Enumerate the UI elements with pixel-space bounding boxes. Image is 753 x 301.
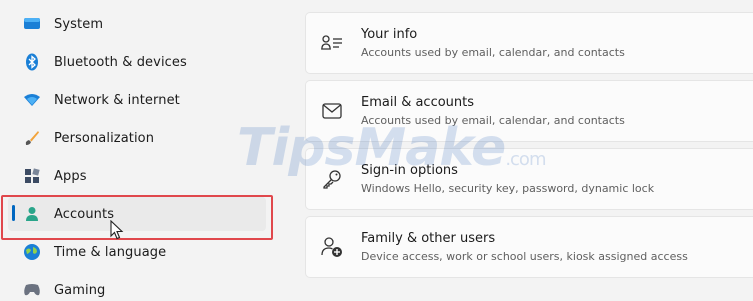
sidebar-nav: System Bluetooth & devices Network & int… — [0, 0, 290, 301]
card-family-other-users[interactable]: Family & other users Device access, work… — [305, 216, 753, 278]
sidebar-item-label: Gaming — [54, 282, 106, 298]
sidebar-item-label: Time & language — [54, 244, 167, 260]
globe-icon — [22, 242, 42, 262]
gamepad-icon — [22, 280, 42, 300]
brush-icon — [22, 128, 42, 148]
card-subtitle: Device access, work or school users, kio… — [361, 250, 688, 263]
bluetooth-icon — [22, 52, 42, 72]
card-your-info[interactable]: Your info Accounts used by email, calend… — [305, 12, 753, 74]
sidebar-item-network[interactable]: Network & internet — [8, 83, 266, 117]
sidebar-item-apps[interactable]: Apps — [8, 159, 266, 193]
sidebar-item-bluetooth[interactable]: Bluetooth & devices — [8, 45, 266, 79]
system-icon — [22, 14, 42, 34]
mouse-cursor-icon — [110, 219, 124, 244]
card-sign-in-options[interactable]: Sign-in options Windows Hello, security … — [305, 148, 753, 210]
wifi-icon — [22, 90, 42, 110]
sidebar-item-personalization[interactable]: Personalization — [8, 121, 266, 155]
card-subtitle: Windows Hello, security key, password, d… — [361, 182, 655, 195]
sidebar-item-gaming[interactable]: Gaming — [8, 273, 266, 301]
sidebar-item-label: Apps — [54, 168, 87, 184]
card-title: Email & accounts — [361, 95, 475, 110]
add-person-icon — [321, 236, 343, 258]
card-title: Sign-in options — [361, 163, 458, 178]
sidebar-item-label: Network & internet — [54, 92, 180, 108]
highlight-annotation — [1, 195, 273, 240]
apps-icon — [22, 166, 42, 186]
card-email-accounts[interactable]: Email & accounts Accounts used by email,… — [305, 80, 753, 142]
card-subtitle: Accounts used by email, calendar, and co… — [361, 114, 625, 127]
mail-icon — [321, 100, 343, 122]
card-subtitle: Accounts used by email, calendar, and co… — [361, 46, 625, 59]
sidebar-item-label: Personalization — [54, 130, 155, 146]
sidebar-item-label: System — [54, 16, 104, 32]
sidebar-item-time-language[interactable]: Time & language — [8, 235, 266, 269]
card-title: Family & other users — [361, 231, 496, 246]
card-title: Your info — [361, 27, 418, 42]
sidebar-item-system[interactable]: System — [8, 7, 266, 41]
sidebar-item-label: Bluetooth & devices — [54, 54, 187, 70]
key-icon — [321, 168, 343, 190]
person-info-icon — [321, 32, 343, 54]
